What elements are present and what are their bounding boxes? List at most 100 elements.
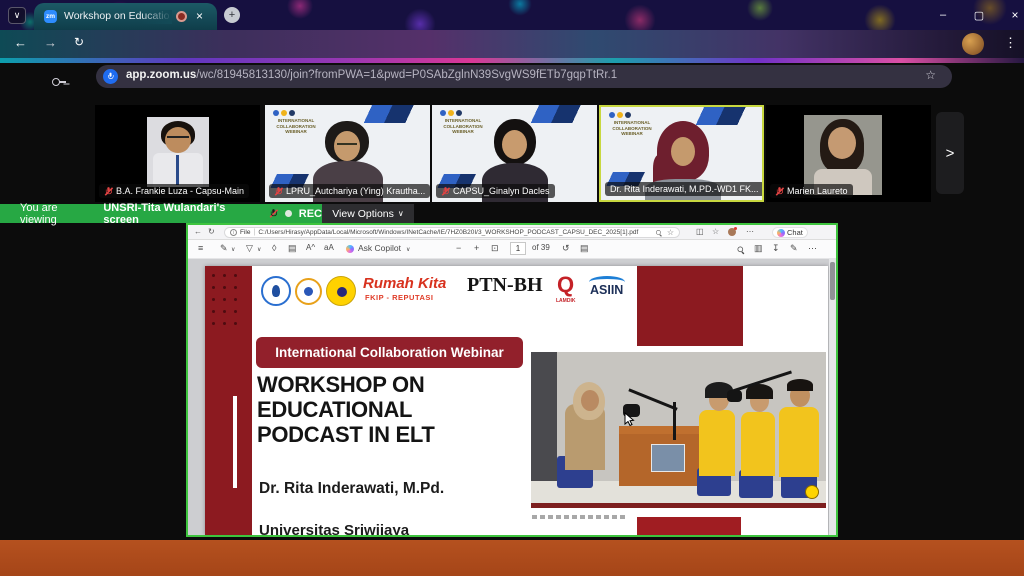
page-total-label: of 39: [532, 243, 550, 252]
edit-icon[interactable]: ✎: [790, 243, 798, 254]
tab-title-fade: [140, 10, 172, 24]
chevron-down-icon[interactable]: ∨: [406, 246, 410, 253]
edge-reload-icon[interactable]: ↻: [208, 227, 215, 236]
participant-tile[interactable]: B.A. Frankie Luza - Capsu-Main: [95, 105, 260, 202]
view-options-button[interactable]: View Options∨: [322, 204, 414, 223]
slide-corner-block: [637, 517, 741, 535]
zoom-in-icon[interactable]: +: [474, 243, 479, 253]
podcast-studio-photo: [531, 352, 826, 508]
text-size-icon[interactable]: aA: [324, 243, 334, 252]
fit-page-icon[interactable]: ⊡: [491, 243, 499, 254]
pdf-more-icon[interactable]: ⋯: [808, 243, 817, 254]
highlighter-icon[interactable]: ▽: [246, 243, 253, 254]
eraser-icon[interactable]: ◊: [272, 243, 276, 253]
profile-avatar[interactable]: [962, 33, 984, 55]
bookmark-star-icon[interactable]: ☆: [925, 68, 936, 82]
muted-mic-icon: [442, 187, 449, 196]
chevron-down-icon[interactable]: ∨: [231, 246, 235, 253]
window-close-button[interactable]: ×: [1000, 4, 1024, 26]
edge-profile-avatar[interactable]: [728, 228, 736, 236]
participant-nameplate: Dr. Rita Inderawati, M.PD.-WD1 FK...: [605, 182, 764, 196]
windows-taskbar: 6 Search ∧ ENGUS 2:30 pm26/: [0, 540, 1024, 576]
banner-muted-mic-icon: [270, 209, 277, 218]
window-maximize-button[interactable]: ▢: [964, 4, 994, 26]
lamdik-label: LAMDIK: [556, 298, 575, 304]
file-scheme-label: File: [240, 229, 250, 236]
browser-tab-strip: ∨ zm Workshop on Educational P × + – ▢ ×: [0, 0, 1024, 30]
single-page-icon[interactable]: ▤: [580, 243, 589, 254]
rotate-icon[interactable]: ↺: [562, 243, 570, 254]
participant-name: B.A. Frankie Luza - Capsu-Main: [116, 186, 244, 196]
search-icon[interactable]: [656, 230, 662, 236]
window-minimize-button[interactable]: –: [928, 4, 958, 26]
draw-pen-icon[interactable]: ✎: [220, 243, 228, 254]
edge-menu-icon[interactable]: ⋯: [746, 227, 754, 236]
participant-nameplate: CAPSU_Ginalyn Dacles: [436, 184, 555, 198]
tab-recording-indicator-icon: [176, 11, 187, 22]
new-tab-button[interactable]: +: [224, 7, 240, 23]
browser-tab[interactable]: zm Workshop on Educational P ×: [34, 3, 217, 30]
zoom-out-icon[interactable]: −: [456, 243, 461, 253]
participant-tile[interactable]: INTERNATIONALCOLLABORATIONWEBINAR LPRU_A…: [265, 105, 430, 202]
speaker-name: Dr. Rita Inderawati, M.Pd.: [259, 480, 444, 498]
participant-nameplate: LPRU_Autchariya (Ying) Krautha...: [269, 184, 430, 198]
edge-split-icon[interactable]: ◫: [696, 227, 704, 236]
favorite-star-icon[interactable]: ☆: [667, 228, 674, 237]
chevron-down-icon: ∨: [398, 209, 404, 218]
edge-address-bar: ← ↻ i File | C:/Users/Hirasy/AppData/Loc…: [188, 225, 836, 240]
participant-photo: [147, 117, 209, 187]
back-icon[interactable]: ←: [14, 35, 27, 50]
edge-url-field[interactable]: i File | C:/Users/Hirasy/AppData/Local/M…: [224, 227, 680, 238]
browser-toolbar: ← → ↻ app.zoom.us/wc/81945813130/join?fr…: [0, 30, 1024, 58]
rec-label: REC: [299, 208, 322, 220]
participant-name: Marien Laureto: [787, 186, 848, 196]
edge-back-icon[interactable]: ←: [194, 227, 202, 236]
rumah-kita-logo: Rumah Kita: [363, 275, 446, 292]
participant-nameplate: B.A. Frankie Luza - Capsu-Main: [99, 184, 249, 198]
participant-name: LPRU_Autchariya (Ying) Krautha...: [286, 186, 425, 196]
slide-page: Rumah Kita FKIP - REPUTASI PTN-BH Q LAMD…: [205, 266, 828, 535]
slide-badge: International Collaboration Webinar: [256, 337, 523, 368]
edge-favorites-icon[interactable]: ☆: [712, 227, 719, 236]
copilot-icon[interactable]: [346, 245, 354, 253]
next-participants-button[interactable]: >: [936, 112, 964, 194]
slide-corner-block: [637, 266, 743, 346]
rec-dot-icon: [285, 210, 292, 217]
ask-copilot-label[interactable]: Ask Copilot: [358, 243, 401, 253]
participant-tile[interactable]: Marien Laureto: [766, 105, 931, 202]
chevron-down-icon[interactable]: ∨: [257, 246, 261, 253]
browser-menu-icon[interactable]: ⋮: [1004, 35, 1017, 51]
read-aloud-icon[interactable]: A^: [306, 243, 315, 252]
pdf-scrollbar[interactable]: [829, 259, 836, 535]
toc-icon[interactable]: ≡: [198, 243, 203, 253]
participant-photo: [804, 115, 882, 195]
screen: ∨ zm Workshop on Educational P × + – ▢ ×…: [0, 0, 1024, 576]
copilot-chat-button[interactable]: Chat: [772, 227, 808, 238]
unsri-logo: [326, 276, 356, 306]
zoom-favicon: zm: [44, 10, 57, 23]
university-name: Universitas Sriwijaya: [259, 522, 409, 535]
tab-search-button[interactable]: ∨: [8, 7, 26, 24]
page-number-input[interactable]: 1: [510, 242, 526, 255]
pdf-search-icon[interactable]: [738, 247, 745, 254]
banner-prefix: You are viewing: [20, 202, 96, 226]
reload-icon[interactable]: ↻: [74, 35, 84, 49]
print-icon[interactable]: ▥: [754, 243, 763, 254]
tab-close-icon[interactable]: ×: [196, 9, 203, 23]
address-bar[interactable]: app.zoom.us/wc/81945813130/join?fromPWA=…: [96, 65, 952, 88]
slide-title-line: EDUCATIONAL: [257, 397, 412, 422]
forward-icon[interactable]: →: [44, 35, 57, 50]
banner-subject: UNSRI-Tita Wulandari's screen: [103, 202, 262, 226]
scrollbar-thumb[interactable]: [830, 262, 835, 300]
page-view-icon[interactable]: ▤: [288, 243, 297, 254]
save-icon[interactable]: ↧: [772, 243, 780, 254]
slide-title-line: PODCAST IN ELT: [257, 422, 435, 447]
participant-tile[interactable]: INTERNATIONALCOLLABORATIONWEBINAR CAPSU_…: [432, 105, 597, 202]
muted-mic-icon: [275, 187, 282, 196]
participant-tile-active-speaker[interactable]: INTERNATIONALCOLLABORATIONWEBINAR Dr. Ri…: [599, 105, 764, 202]
password-key-icon[interactable]: [52, 78, 66, 86]
lamdik-q-logo: Q: [557, 272, 574, 298]
site-mic-permission-icon[interactable]: [103, 69, 118, 84]
participant-nameplate: Marien Laureto: [770, 184, 853, 198]
separator: |: [253, 229, 255, 236]
